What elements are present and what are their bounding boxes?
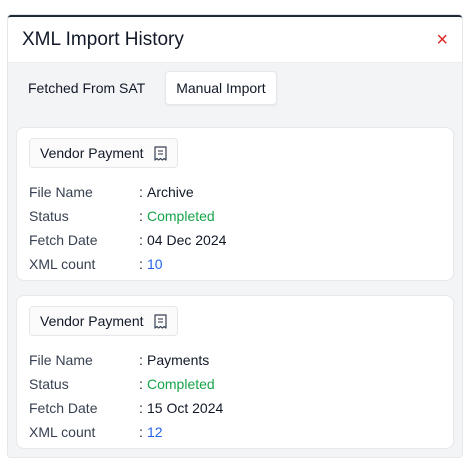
- status-row: Status : Completed: [29, 204, 441, 228]
- receipt-icon: [153, 145, 167, 161]
- file-name-row: File Name : Archive: [29, 180, 441, 204]
- separator: :: [139, 232, 143, 248]
- receipt-icon: [153, 313, 167, 329]
- file-name-row: File Name : Payments: [29, 348, 441, 372]
- fetch-date-value: 15 Oct 2024: [147, 400, 224, 416]
- separator: :: [139, 184, 143, 200]
- file-name-value: Payments: [147, 352, 210, 368]
- fetch-date-label: Fetch Date: [29, 400, 98, 416]
- status-value: Completed: [147, 376, 215, 392]
- tab-fetched-from-sat[interactable]: Fetched From SAT: [18, 72, 155, 104]
- separator: :: [139, 256, 143, 272]
- close-icon[interactable]: ×: [432, 28, 452, 52]
- file-name-label: File Name: [29, 184, 93, 200]
- xml-count-label: XML count: [29, 424, 96, 440]
- xml-count-label: XML count: [29, 256, 96, 272]
- xml-count-row: XML count : 12: [29, 420, 441, 444]
- modal-header: XML Import History ×: [8, 17, 462, 62]
- separator: :: [139, 376, 143, 392]
- separator: :: [139, 424, 143, 440]
- xml-count-value[interactable]: 10: [147, 256, 163, 272]
- import-record-card: Vendor Payment File Name : Archive Statu: [16, 127, 454, 281]
- separator: :: [139, 352, 143, 368]
- status-row: Status : Completed: [29, 372, 441, 396]
- record-type-badge: Vendor Payment: [29, 138, 178, 168]
- xml-count-row: XML count : 10: [29, 252, 441, 276]
- record-type-badge: Vendor Payment: [29, 306, 178, 336]
- modal-title: XML Import History: [22, 28, 184, 50]
- file-name-label: File Name: [29, 352, 93, 368]
- import-record-card: Vendor Payment File Name : Payments Stat: [16, 295, 454, 449]
- tab-manual-import[interactable]: Manual Import: [165, 71, 277, 105]
- file-name-value: Archive: [147, 184, 194, 200]
- separator: :: [139, 400, 143, 416]
- status-label: Status: [29, 376, 69, 392]
- separator: :: [139, 208, 143, 224]
- record-type-label: Vendor Payment: [40, 145, 144, 161]
- fetch-date-label: Fetch Date: [29, 232, 98, 248]
- tab-bar: Fetched From SAT Manual Import: [8, 62, 462, 113]
- xml-import-history-modal: XML Import History × Fetched From SAT Ma…: [8, 15, 462, 457]
- fetch-date-row: Fetch Date : 15 Oct 2024: [29, 396, 441, 420]
- record-type-label: Vendor Payment: [40, 313, 144, 329]
- fetch-date-value: 04 Dec 2024: [147, 232, 227, 248]
- xml-count-value[interactable]: 12: [147, 424, 163, 440]
- status-label: Status: [29, 208, 69, 224]
- records-list: Vendor Payment File Name : Archive Statu: [8, 113, 462, 457]
- fetch-date-row: Fetch Date : 04 Dec 2024: [29, 228, 441, 252]
- status-value: Completed: [147, 208, 215, 224]
